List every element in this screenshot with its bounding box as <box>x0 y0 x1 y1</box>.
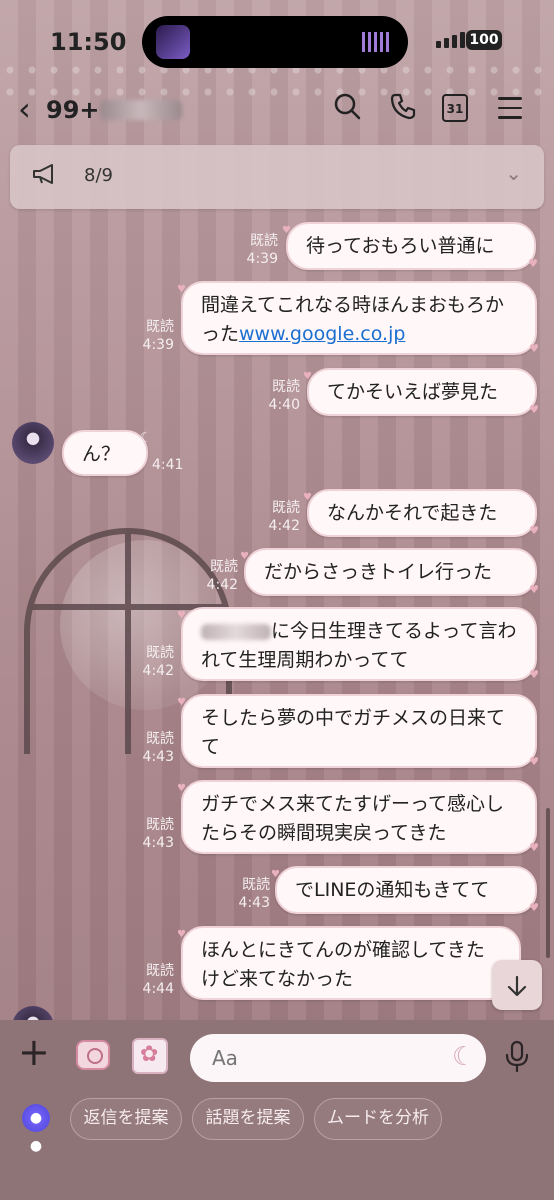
message-meta: 既読 4:39 <box>130 318 174 354</box>
avatar[interactable] <box>12 422 54 464</box>
announcement-bar[interactable]: 8/9 ⌄ <box>10 145 544 209</box>
chevron-down-icon[interactable]: ⌄ <box>505 161 522 185</box>
message-text: ん？ <box>82 443 121 465</box>
read-receipt: 既読 <box>250 233 278 249</box>
image-icon[interactable] <box>132 1038 168 1074</box>
message-time: 4:43 <box>142 835 174 851</box>
read-receipt: 既読 <box>210 559 238 575</box>
camera-icon[interactable] <box>76 1040 110 1070</box>
message-meta: 既読 4:39 <box>236 232 278 268</box>
message-text: なんかそれで起きた <box>327 502 498 524</box>
read-receipt: 既読 <box>146 731 174 747</box>
message-meta: 既読 4:42 <box>130 644 174 680</box>
message-meta: 既読 4:42 <box>194 558 238 594</box>
read-receipt: 既読 <box>146 319 174 335</box>
scrollbar[interactable] <box>546 808 550 958</box>
message-text: てかそいえば夢見た <box>327 381 499 403</box>
battery-icon: 100 <box>466 30 502 50</box>
scroll-to-bottom-button[interactable] <box>492 960 542 1010</box>
calendar-icon[interactable]: 31 <box>442 94 468 122</box>
suggest-topic-button[interactable]: 話題を提案 <box>192 1098 304 1140</box>
status-time: 11:50 <box>50 28 127 56</box>
message-bubble[interactable]: ん？ <box>62 424 152 476</box>
dynamic-island[interactable] <box>142 16 408 68</box>
message-bubble[interactable]: なんかそれで起きた <box>303 483 539 545</box>
read-receipt: 既読 <box>272 500 300 516</box>
message-time: 4:42 <box>206 577 238 593</box>
message-time: 4:41 <box>152 457 184 473</box>
message-text: だからさっきトイレ行った <box>264 561 493 583</box>
message-text: 待っておもろい普通に <box>306 235 495 257</box>
message-text: でLINEの通知もきてて <box>295 879 490 901</box>
message-meta: 既読 4:43 <box>226 876 270 912</box>
audio-wave-icon <box>362 32 392 52</box>
message-time: 4:39 <box>246 251 278 267</box>
read-receipt: 既読 <box>146 963 174 979</box>
analyze-mood-button[interactable]: ムードを分析 <box>314 1098 442 1140</box>
message-text: そしたら夢の中でガチメスの日来てて <box>201 707 506 758</box>
now-playing-app-icon <box>156 25 190 59</box>
blurred-name <box>201 623 271 640</box>
emoji-icon[interactable]: ☾ <box>452 1042 475 1072</box>
message-meta: 既読 4:42 <box>256 499 300 535</box>
message-link[interactable]: www.google.co.jp <box>239 323 405 345</box>
read-receipt: 既読 <box>146 817 174 833</box>
message-bubble[interactable]: に今日生理きてるよって言われて生理周期わかってて <box>177 601 539 689</box>
message-bubble[interactable]: 間違えてこれなる時ほんまおもろかったwww.google.co.jp <box>177 275 539 363</box>
message-meta: 既読 4:40 <box>256 378 300 414</box>
status-bar: 11:50 100 <box>0 0 554 80</box>
message-time: 4:43 <box>142 749 174 765</box>
read-receipt: 既読 <box>242 877 270 893</box>
suggest-reply-button[interactable]: 返信を提案 <box>70 1098 182 1140</box>
message-time: 4:42 <box>142 663 174 679</box>
message-bubble[interactable]: 待っておもろい普通に <box>282 216 538 278</box>
message-meta: 既読 4:43 <box>130 816 174 852</box>
message-bubble[interactable]: そしたら夢の中でガチメスの日来てて <box>177 688 539 776</box>
message-time: 4:42 <box>268 518 300 534</box>
megaphone-icon <box>32 163 58 191</box>
message-meta: 既読 4:44 <box>130 962 174 998</box>
microphone-icon[interactable] <box>504 1040 530 1079</box>
message-time: 4:40 <box>268 397 300 413</box>
message-bubble[interactable]: ガチでメス来てたすげーって感心したらその瞬間現実戻ってきた <box>177 774 539 862</box>
announcement-text: 8/9 <box>84 165 113 186</box>
message-meta: 既読 4:43 <box>130 730 174 766</box>
message-time: 4:44 <box>142 981 174 997</box>
search-icon[interactable] <box>330 92 364 126</box>
message-text: ほんとにきてんのが確認してきたけど来てなかった <box>201 939 485 990</box>
message-text: ガチでメス来てたすげーって感心したらその瞬間現実戻ってきた <box>201 793 505 844</box>
unread-count[interactable]: 99+ <box>46 96 100 124</box>
chat-header: ‹ 99+ 31 <box>0 80 554 140</box>
menu-icon[interactable] <box>498 97 522 126</box>
read-receipt: 既読 <box>272 379 300 395</box>
plus-icon[interactable]: + <box>18 1032 50 1072</box>
ai-assistant-icon[interactable]: ● ● <box>22 1104 50 1154</box>
message-bubble[interactable]: でLINEの通知もきてて <box>271 860 539 922</box>
chat-name-blurred <box>100 100 182 120</box>
message-bubble[interactable]: てかそいえば夢見た <box>303 362 539 424</box>
chevron-left-icon[interactable]: ‹ <box>18 93 31 125</box>
message-input[interactable] <box>190 1034 486 1082</box>
signal-icon <box>436 32 465 48</box>
message-bubble[interactable]: だからさっきトイレ行った <box>240 542 539 604</box>
message-time: 4:39 <box>142 337 174 353</box>
phone-icon[interactable] <box>386 92 420 126</box>
message-time: 4:43 <box>238 895 270 911</box>
read-receipt: 既読 <box>146 645 174 661</box>
message-bubble[interactable]: ほんとにきてんのが確認してきたけど来てなかった <box>177 920 523 1008</box>
